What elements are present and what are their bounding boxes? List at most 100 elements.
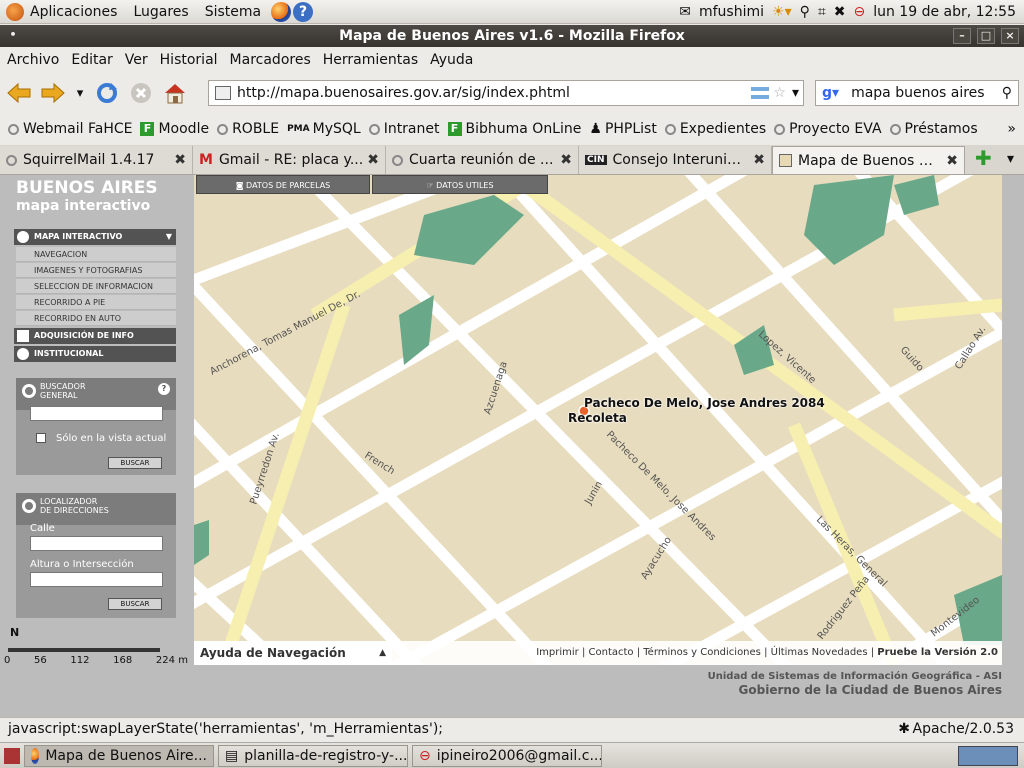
sidebar-item-recorrido-pie[interactable]: RECORRIDO A PIE	[16, 295, 176, 310]
close-tab-icon[interactable]: ✖	[753, 152, 765, 168]
menu-historial[interactable]: Historial	[160, 52, 218, 68]
window-menu-icon[interactable]: •	[4, 28, 22, 44]
localizar-buscar-button[interactable]: BUSCAR	[108, 598, 162, 610]
search-tray-icon[interactable]: ⚲	[800, 4, 810, 20]
maximize-button[interactable]: □	[977, 28, 995, 44]
sidebar-item-navegacion[interactable]: NAVEGACION	[16, 247, 176, 262]
sidebar-item-imagenes[interactable]: IMAGENES Y FOTOGRAFIAS	[16, 263, 176, 278]
terminos-link[interactable]: Términos y Condiciones	[643, 647, 761, 658]
history-dropdown-icon[interactable]: ▾	[72, 78, 88, 108]
tab-list-icon[interactable]: ▾	[1007, 151, 1014, 167]
sidebar-item-seleccion[interactable]: SELECCION DE INFORMACION	[16, 279, 176, 294]
version2-link[interactable]: Pruebe la Versión 2.0	[877, 647, 998, 658]
menu-herramientas[interactable]: Herramientas	[323, 52, 418, 68]
task-planilla[interactable]: ▤ planilla-de-registro-y-...	[218, 744, 408, 767]
map-viewport[interactable]: Anchorena, Tomas Manuel De, Dr. Pueyrred…	[194, 175, 1002, 665]
site-identity-icon[interactable]	[215, 86, 231, 100]
task-gmail[interactable]: ⊖ ipineiro2006@gmail.c...	[412, 744, 602, 767]
menu-ayuda[interactable]: Ayuda	[430, 52, 473, 68]
brand-subtitle: mapa interactivo	[16, 198, 151, 214]
menu-marcadores[interactable]: Marcadores	[230, 52, 311, 68]
clock[interactable]: lun 19 de abr, 12:55	[873, 4, 1016, 20]
back-button[interactable]	[4, 78, 34, 108]
section-mapa-interactivo[interactable]: MAPA INTERACTIVO ▼	[14, 229, 176, 245]
tab-consejo[interactable]: CIN Consejo Interunive... ✖	[579, 146, 772, 174]
url-text[interactable]: http://mapa.buenosaires.gov.ar/sig/index…	[237, 85, 751, 101]
bookmark-intranet[interactable]: Intranet	[368, 121, 440, 137]
volume-muted-icon[interactable]: ✖	[834, 4, 846, 20]
firebug-icon[interactable]: ✱	[898, 718, 910, 741]
help-launcher-icon[interactable]: ?	[293, 1, 314, 22]
menu-lugares[interactable]: Lugares	[133, 4, 188, 20]
pma-icon: PMA	[287, 124, 310, 134]
tab-squirrelmail[interactable]: SquirrelMail 1.4.17 ✖	[0, 146, 193, 174]
stop-button[interactable]	[126, 78, 156, 108]
bookmark-roble[interactable]: ROBLE	[217, 121, 279, 137]
url-bar[interactable]: http://mapa.buenosaires.gov.ar/sig/index…	[208, 80, 804, 106]
datos-parcelas-tab[interactable]: ◙ DATOS DE PARCELAS	[196, 175, 370, 194]
menu-sistema[interactable]: Sistema	[205, 4, 261, 20]
search-text[interactable]: mapa buenos aires	[851, 85, 1002, 101]
ubuntu-logo-icon[interactable]	[6, 2, 24, 21]
section-institucional[interactable]: INSTITUCIONAL	[14, 346, 176, 362]
buscar-button[interactable]: BUSCAR	[108, 457, 162, 469]
ayuda-navegacion-toggle[interactable]: Ayuda de Navegación ▲	[194, 641, 392, 665]
altura-input[interactable]	[30, 572, 163, 587]
task-firefox[interactable]: Mapa de Buenos Aire...	[24, 744, 214, 767]
mail-icon[interactable]: ✉	[679, 4, 691, 20]
minimize-button[interactable]: –	[953, 28, 971, 44]
workspace-switcher[interactable]	[958, 745, 1018, 766]
tab-mapa-buenos-aires[interactable]: Mapa de Buenos Ai... ✖	[772, 146, 965, 174]
close-tab-icon[interactable]: ✖	[560, 152, 572, 168]
network-icon[interactable]: ⌗	[818, 4, 826, 20]
close-tab-icon[interactable]: ✖	[174, 152, 186, 168]
bookmark-phplist[interactable]: ♟ PHPList	[589, 121, 656, 137]
show-desktop-icon[interactable]	[4, 747, 20, 764]
weather-icon[interactable]: ☀▾	[772, 4, 792, 20]
bookmarks-overflow-icon[interactable]: »	[1007, 121, 1016, 137]
search-bar[interactable]: g▾ mapa buenos aires ⚲	[815, 80, 1019, 106]
novedades-link[interactable]: Últimas Novedades	[771, 647, 868, 658]
navigation-toolbar: ▾ http://mapa.buenosaires.gov.ar/sig/ind…	[0, 73, 1024, 113]
bookmark-expedientes[interactable]: Expedientes	[664, 121, 766, 137]
section-adquisicion[interactable]: ADQUISICIÓN DE INFO	[14, 328, 176, 344]
bookmark-bibhuma[interactable]: F Bibhuma OnLine	[447, 121, 581, 137]
firefox-launcher-icon[interactable]	[271, 1, 292, 22]
reload-button[interactable]	[92, 78, 122, 108]
datos-utiles-tab[interactable]: ☞ DATOS UTILES	[372, 175, 548, 194]
menu-aplicaciones[interactable]: Aplicaciones	[30, 4, 117, 20]
bookmark-prestamos[interactable]: Préstamos	[889, 121, 978, 137]
menu-editar[interactable]: Editar	[71, 52, 112, 68]
sidebar-item-recorrido-auto[interactable]: RECORRIDO EN AUTO	[16, 311, 176, 326]
power-icon[interactable]: ⊖	[853, 4, 865, 20]
bookmark-proyecto-eva[interactable]: Proyecto EVA	[774, 121, 882, 137]
bookmark-star-icon[interactable]: ☆	[773, 85, 786, 101]
top-panel: Aplicaciones Lugares Sistema ? ✉ mfushim…	[0, 0, 1024, 24]
vista-actual-checkbox[interactable]	[36, 433, 46, 443]
globe-icon	[664, 123, 676, 135]
menu-ver[interactable]: Ver	[125, 52, 148, 68]
username[interactable]: mfushimi	[699, 4, 764, 20]
url-dropdown-icon[interactable]: ▾	[792, 85, 799, 101]
close-window-button[interactable]: ×	[1001, 28, 1019, 44]
help-icon[interactable]: ?	[158, 383, 170, 395]
bookmark-moodle[interactable]: F Moodle	[140, 121, 209, 137]
contacto-link[interactable]: Contacto	[589, 647, 634, 658]
imprimir-link[interactable]: Imprimir	[536, 647, 579, 658]
window-titlebar[interactable]: Mapa de Buenos Aires v1.6 - Mozilla Fire…	[0, 25, 1024, 47]
forward-button[interactable]	[38, 78, 68, 108]
f-icon: F	[140, 122, 155, 136]
tab-cuarta-reunion[interactable]: Cuarta reunión de ... ✖	[386, 146, 579, 174]
new-tab-icon[interactable]: ✚	[975, 146, 992, 170]
close-tab-icon[interactable]: ✖	[946, 153, 958, 169]
search-magnifier-icon[interactable]: ⚲	[1002, 85, 1012, 101]
calle-input[interactable]	[30, 536, 163, 551]
menu-archivo[interactable]: Archivo	[7, 52, 59, 68]
bookmark-webmail[interactable]: Webmail FaHCE	[8, 121, 132, 137]
tab-gmail[interactable]: M Gmail - RE: placa y... ✖	[193, 146, 386, 174]
home-button[interactable]	[160, 78, 190, 108]
google-engine-icon[interactable]: g▾	[822, 85, 839, 101]
buscador-input[interactable]	[30, 406, 163, 421]
close-tab-icon[interactable]: ✖	[367, 152, 379, 168]
bookmark-mysql[interactable]: PMA MySQL	[287, 121, 361, 137]
